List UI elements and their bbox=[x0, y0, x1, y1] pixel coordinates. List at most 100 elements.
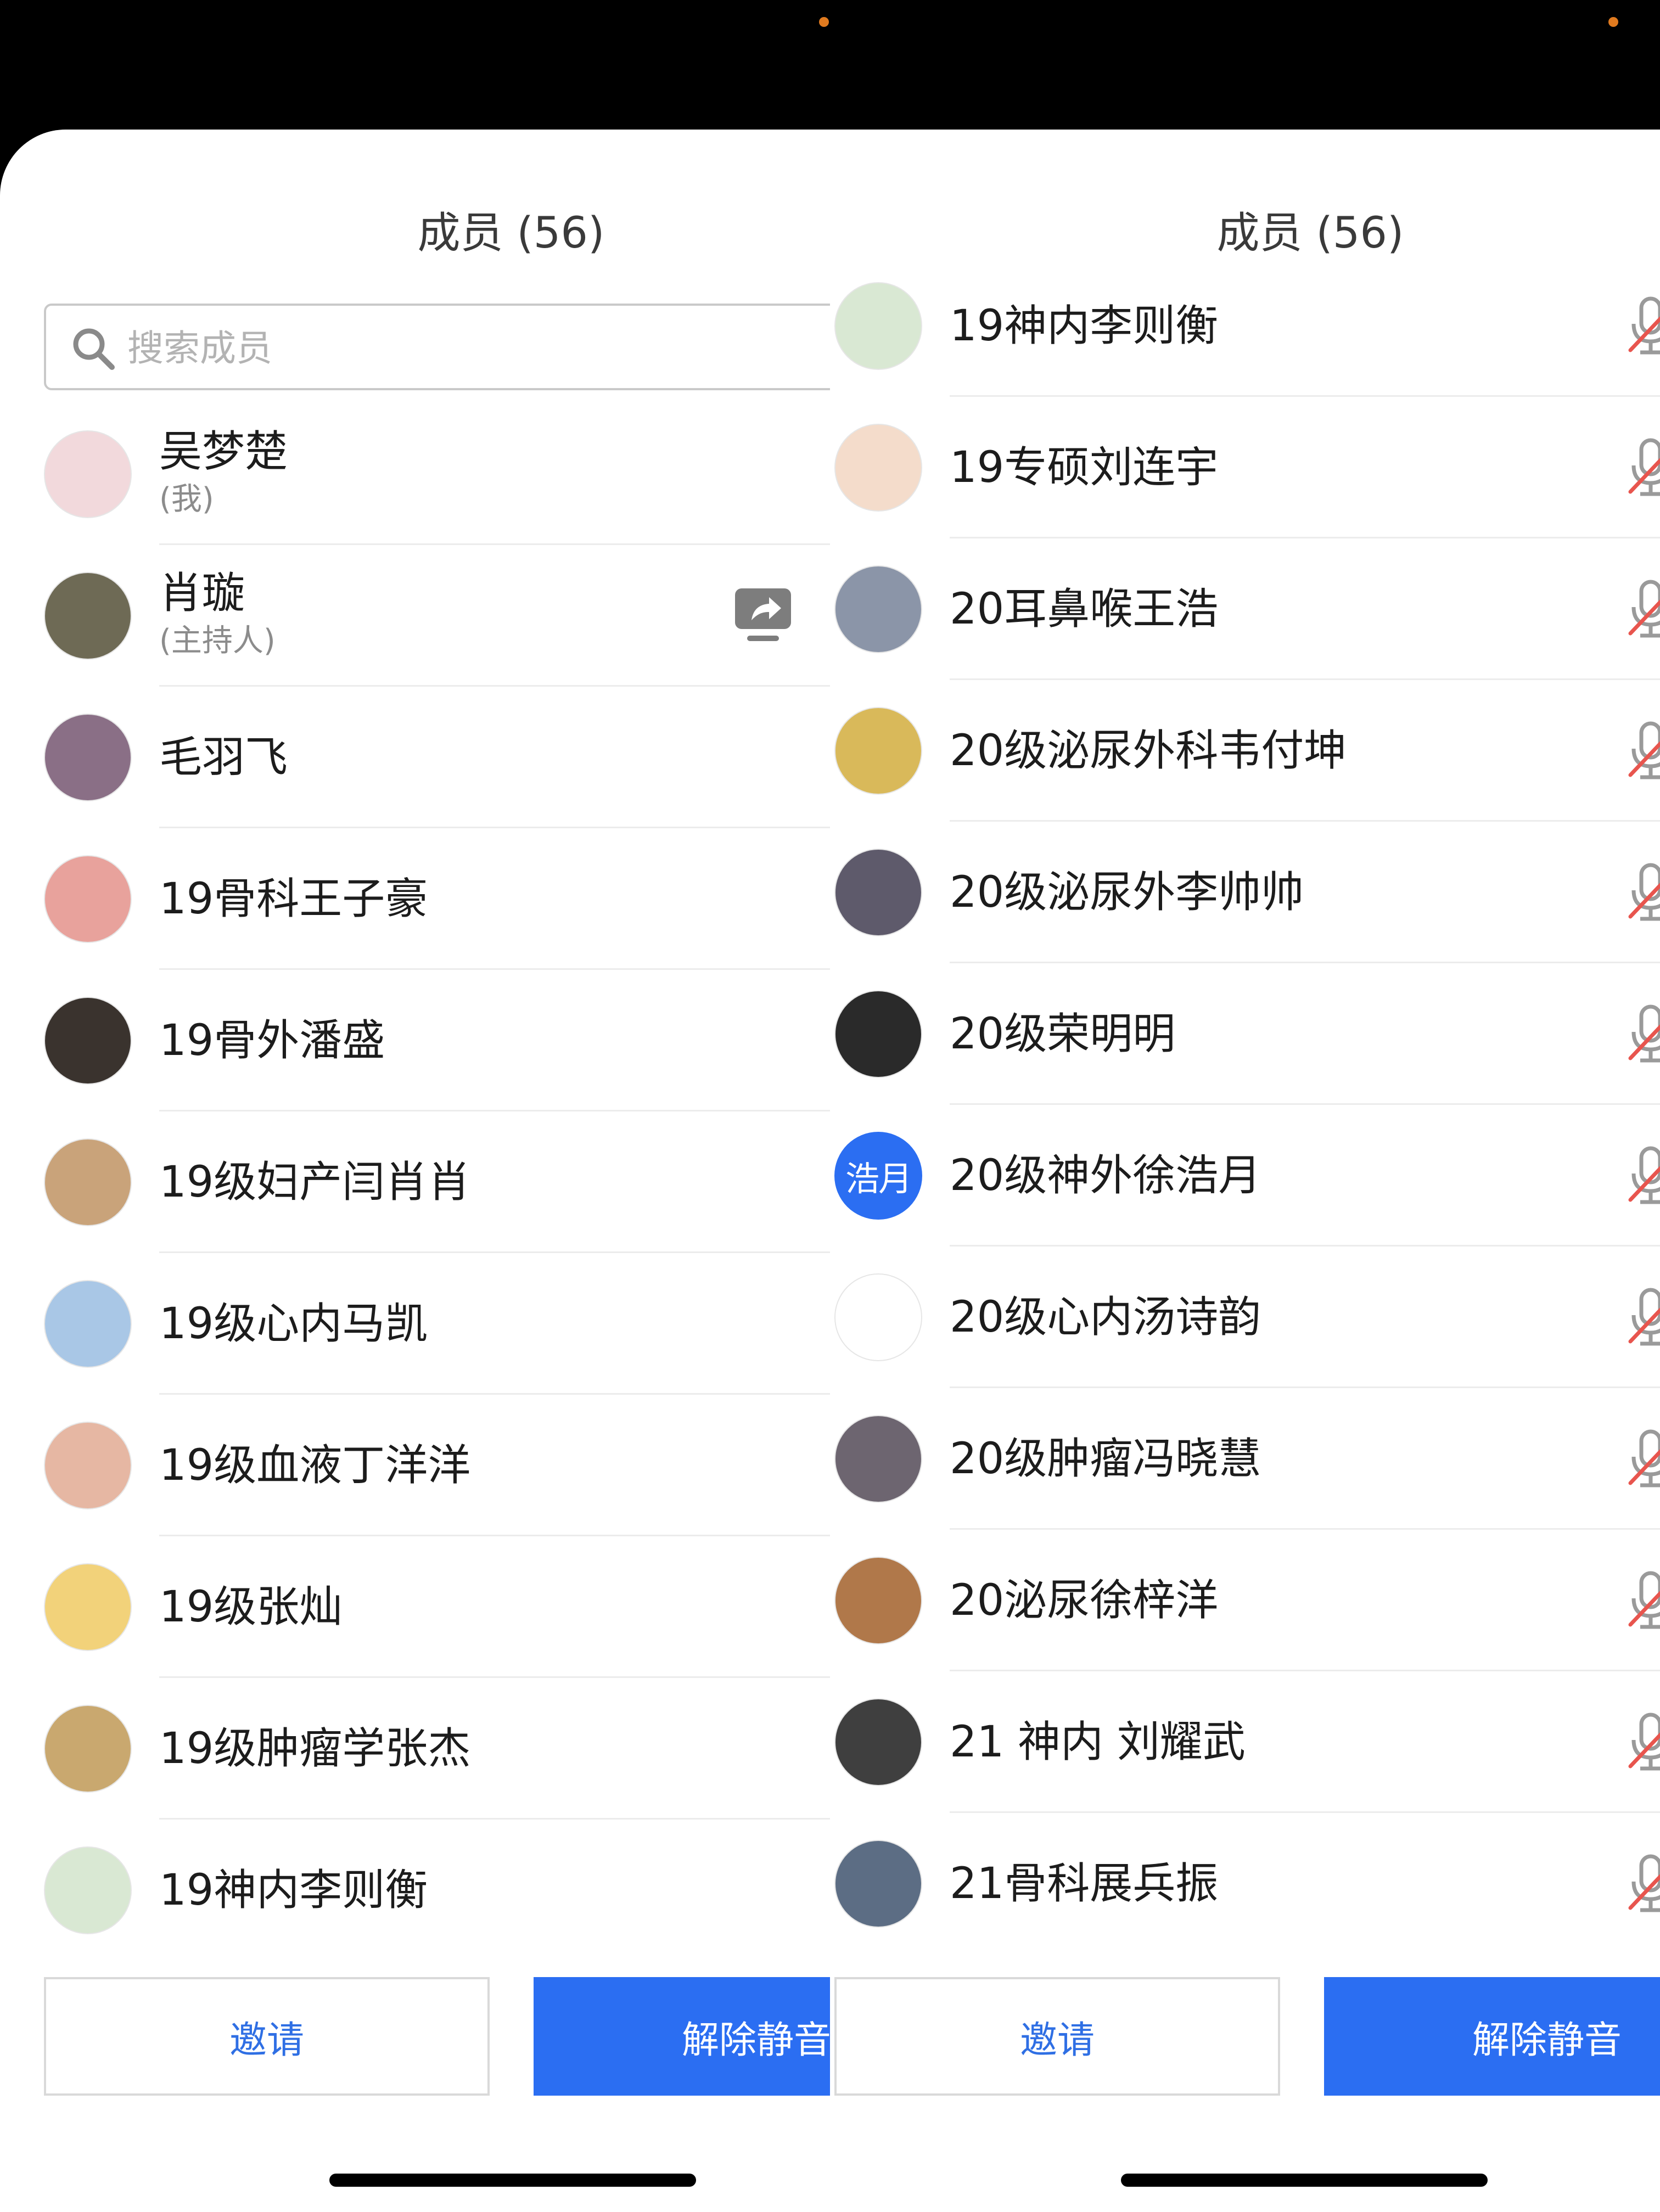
members-panel-left: 成员 (56) 吴梦楚 (我) 肖璇 (主持人) 毛羽飞 19骨科王子豪 19骨外潘盛 19级… bbox=[0, 130, 830, 2212]
invite-button[interactable]: 邀请 bbox=[44, 1977, 490, 2096]
avatar bbox=[834, 707, 922, 795]
member-name: 肖璇 bbox=[159, 569, 245, 618]
member-name: 19级妇产闫肖肖 bbox=[159, 1158, 471, 1207]
member-row[interactable]: 19神内李则衡 bbox=[830, 255, 1660, 397]
member-name: 19神内李则衡 bbox=[950, 301, 1219, 351]
member-name: 19专硕刘连宇 bbox=[950, 443, 1219, 492]
member-row[interactable]: 19骨外潘盛 bbox=[0, 970, 830, 1111]
mic-muted-icon[interactable] bbox=[1626, 1428, 1660, 1490]
avatar bbox=[44, 1422, 132, 1509]
member-role: (我) bbox=[159, 481, 214, 517]
mic-muted-icon[interactable] bbox=[1626, 1145, 1660, 1206]
member-name: 19神内李则衡 bbox=[159, 1866, 428, 1915]
avatar bbox=[44, 997, 132, 1085]
avatar bbox=[44, 1846, 132, 1934]
camera-indicator-left bbox=[819, 17, 829, 27]
member-row[interactable]: 20耳鼻喉王浩 bbox=[830, 538, 1660, 680]
mic-muted-icon[interactable] bbox=[1626, 862, 1660, 923]
avatar bbox=[834, 1840, 922, 1928]
mic-muted-icon[interactable] bbox=[1626, 1570, 1660, 1631]
member-name: 19骨外潘盛 bbox=[159, 1016, 385, 1065]
member-row[interactable]: 19专硕刘连宇 bbox=[830, 397, 1660, 538]
avatar bbox=[44, 430, 132, 518]
member-name: 19级肿瘤学张杰 bbox=[159, 1724, 471, 1773]
unmute-button[interactable]: 解除静音 bbox=[534, 1977, 830, 2096]
avatar bbox=[44, 855, 132, 943]
avatar bbox=[44, 572, 132, 660]
avatar bbox=[834, 849, 922, 936]
member-name: 20级神外徐浩月 bbox=[950, 1151, 1261, 1200]
avatar bbox=[44, 714, 132, 801]
mic-muted-icon[interactable] bbox=[1626, 1853, 1660, 1915]
mic-muted-icon[interactable] bbox=[1626, 437, 1660, 498]
unmute-button[interactable]: 解除静音 bbox=[1324, 1977, 1660, 2096]
search-input[interactable] bbox=[126, 317, 677, 379]
member-row[interactable]: 肖璇 (主持人) bbox=[0, 545, 830, 687]
avatar bbox=[834, 565, 922, 653]
member-row[interactable]: 20级肿瘤冯晓慧 bbox=[830, 1388, 1660, 1530]
mic-muted-icon[interactable] bbox=[1626, 1287, 1660, 1348]
member-row[interactable]: 19级妇产闫肖肖 bbox=[0, 1111, 830, 1253]
avatar bbox=[834, 282, 922, 370]
member-row[interactable]: 19神内李则衡 bbox=[0, 1820, 830, 1961]
member-row[interactable]: 21骨科展兵振 bbox=[830, 1813, 1660, 1955]
member-name: 20耳鼻喉王浩 bbox=[950, 585, 1219, 634]
avatar bbox=[44, 1280, 132, 1368]
member-name: 20级心内汤诗韵 bbox=[950, 1293, 1261, 1342]
camera-indicator-right bbox=[1608, 17, 1618, 27]
mic-muted-icon[interactable] bbox=[1626, 579, 1660, 640]
avatar-initials: 浩月 bbox=[845, 1159, 912, 1199]
member-row[interactable]: 20级泌尿外科韦付坤 bbox=[830, 680, 1660, 822]
invite-button[interactable]: 邀请 bbox=[834, 1977, 1280, 2096]
member-row[interactable]: 19级血液丁洋洋 bbox=[0, 1395, 830, 1536]
member-row[interactable]: 20泌尿徐梓洋 bbox=[830, 1530, 1660, 1671]
home-indicator bbox=[1121, 2174, 1488, 2187]
members-panel-right: 成员 (56) 19神内李则衡 19专硕刘连宇 20耳鼻喉王浩 20级泌尿外科韦付坤 2… bbox=[830, 130, 1660, 2212]
page-title: 成员 (56) bbox=[1216, 209, 1404, 258]
member-row[interactable]: 浩月 20级神外徐浩月 bbox=[830, 1105, 1660, 1247]
member-row[interactable]: 毛羽飞 bbox=[0, 687, 830, 828]
member-row[interactable]: 20级荣明明 bbox=[830, 963, 1660, 1105]
member-name: 20泌尿徐梓洋 bbox=[950, 1576, 1219, 1625]
avatar bbox=[44, 1563, 132, 1651]
member-row[interactable]: 19级张灿 bbox=[0, 1536, 830, 1678]
member-name: 20级肿瘤冯晓慧 bbox=[950, 1434, 1261, 1484]
search-box[interactable] bbox=[44, 304, 830, 390]
member-name: 19级张灿 bbox=[159, 1582, 343, 1632]
member-name: 毛羽飞 bbox=[159, 733, 288, 782]
member-name: 21骨科展兵振 bbox=[950, 1859, 1219, 1908]
member-name: 吴梦楚 bbox=[159, 427, 288, 476]
member-name: 19级血液丁洋洋 bbox=[159, 1441, 471, 1490]
avatar: 浩月 bbox=[834, 1132, 922, 1220]
member-row[interactable]: 20级心内汤诗韵 bbox=[830, 1247, 1660, 1388]
avatar bbox=[834, 990, 922, 1078]
member-role: (主持人) bbox=[159, 623, 276, 659]
member-row[interactable]: 19级心内马凯 bbox=[0, 1253, 830, 1395]
mic-muted-icon[interactable] bbox=[1626, 720, 1660, 782]
share-screen-icon bbox=[735, 588, 791, 641]
avatar bbox=[834, 1698, 922, 1786]
avatar bbox=[834, 1415, 922, 1503]
member-name: 20级荣明明 bbox=[950, 1009, 1176, 1059]
member-row[interactable]: 19级肿瘤学张杰 bbox=[0, 1678, 830, 1820]
avatar bbox=[44, 1705, 132, 1793]
home-indicator bbox=[329, 2174, 696, 2187]
member-name: 19级心内马凯 bbox=[159, 1299, 428, 1349]
member-row[interactable]: 20级泌尿外李帅帅 bbox=[830, 822, 1660, 963]
avatar bbox=[834, 1557, 922, 1644]
member-row[interactable]: 21 神内 刘耀武 bbox=[830, 1671, 1660, 1813]
avatar bbox=[44, 1138, 132, 1226]
member-name: 20级泌尿外科韦付坤 bbox=[950, 726, 1347, 776]
member-row[interactable]: 吴梦楚 (我) bbox=[0, 403, 830, 545]
member-name: 20级泌尿外李帅帅 bbox=[950, 868, 1304, 917]
mic-muted-icon[interactable] bbox=[1626, 1003, 1660, 1065]
mic-muted-icon[interactable] bbox=[1626, 1711, 1660, 1773]
member-name: 19骨科王子豪 bbox=[159, 874, 428, 924]
search-icon bbox=[73, 328, 115, 370]
member-name: 21 神内 刘耀武 bbox=[950, 1717, 1246, 1767]
member-row[interactable]: 19骨科王子豪 bbox=[0, 828, 830, 970]
avatar bbox=[834, 1273, 922, 1361]
avatar bbox=[834, 424, 922, 512]
mic-muted-icon[interactable] bbox=[1626, 295, 1660, 357]
page-title: 成员 (56) bbox=[417, 209, 605, 258]
